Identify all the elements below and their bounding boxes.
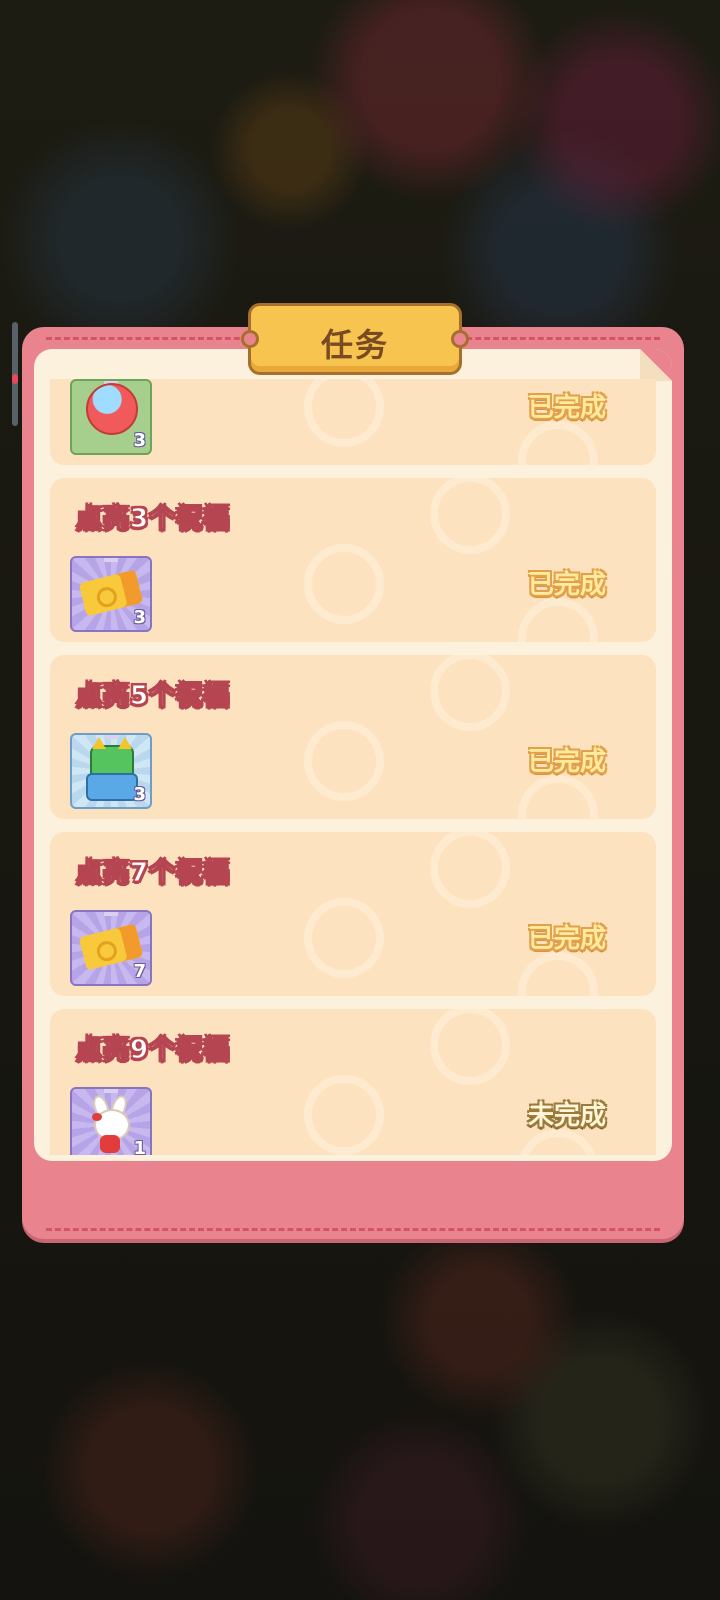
task-item: 点亮7个祝福 7 已完成 [50, 832, 656, 996]
task-status: 已完成 [527, 570, 606, 600]
task-list: 3 已完成 点亮3个祝福 3 已完成 点亮5个祝福 3 已完成 点亮7个祝福 7… [50, 379, 656, 1155]
task-title: 点亮7个祝福 [75, 858, 231, 889]
task-status: 已完成 [527, 393, 606, 423]
side-drawer-handle[interactable] [12, 322, 18, 426]
task-title: 点亮5个祝福 [75, 681, 231, 712]
task-item: 点亮5个祝福 3 已完成 [50, 655, 656, 819]
task-item: 点亮9个祝福 1 未完成 [50, 1009, 656, 1155]
reward-slot[interactable]: 3 [70, 556, 152, 632]
green-robot-icon [86, 737, 138, 801]
task-list-container: 3 已完成 点亮3个祝福 3 已完成 点亮5个祝福 3 已完成 点亮7个祝福 7… [34, 349, 672, 1161]
task-list-scroll[interactable]: 3 已完成 点亮3个祝福 3 已完成 点亮5个祝福 3 已完成 点亮7个祝福 7… [50, 379, 656, 1155]
task-title: 点亮3个祝福 [75, 504, 231, 535]
task-item: 3 已完成 [50, 379, 656, 465]
task-title: 点亮9个祝福 [75, 1035, 231, 1066]
red-orb-icon [86, 383, 138, 435]
page-fold-corner [640, 349, 672, 381]
reward-quantity: 3 [133, 784, 146, 805]
task-status: 已完成 [527, 747, 606, 777]
reward-quantity: 7 [133, 961, 146, 982]
task-panel: 3 已完成 点亮3个祝福 3 已完成 点亮5个祝福 3 已完成 点亮7个祝福 7… [22, 327, 684, 1239]
reward-quantity: 3 [133, 430, 146, 451]
task-item: 点亮3个祝福 3 已完成 [50, 478, 656, 642]
reward-quantity: 3 [133, 607, 146, 628]
task-status: 未完成 [527, 1101, 606, 1131]
panel-title: 任务 [320, 326, 389, 364]
task-status: 已完成 [527, 924, 606, 954]
reward-slot[interactable]: 7 [70, 910, 152, 986]
reward-slot[interactable]: 3 [70, 379, 152, 455]
bunny-character-icon [88, 1093, 132, 1155]
title-banner: 任务 [241, 303, 469, 375]
reward-slot[interactable]: 1 [70, 1087, 152, 1155]
panel-bottom-stitch [46, 1228, 660, 1231]
reward-slot[interactable]: 3 [70, 733, 152, 809]
reward-quantity: 1 [133, 1138, 146, 1155]
